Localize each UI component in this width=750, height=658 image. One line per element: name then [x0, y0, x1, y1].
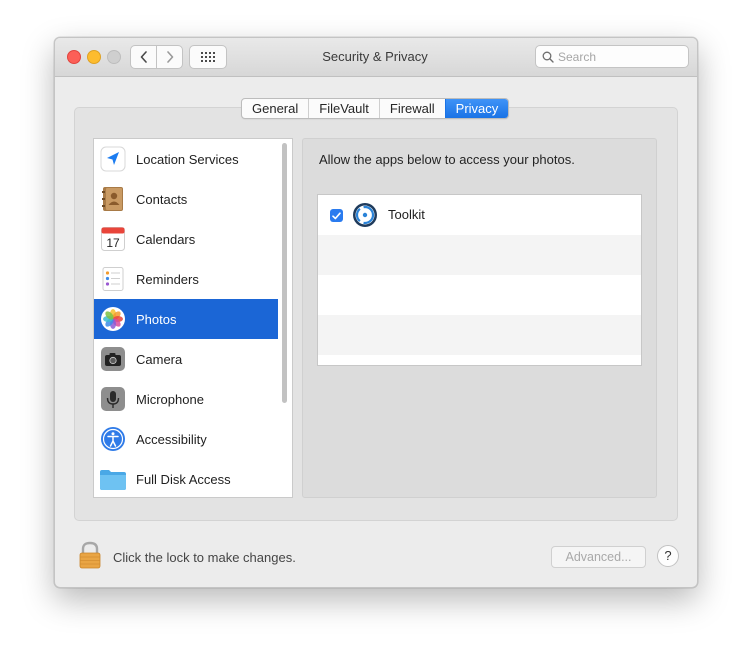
sidebar-item-label: Microphone: [136, 391, 204, 407]
camera-icon: [99, 345, 127, 373]
title-bar[interactable]: Security & Privacy: [55, 38, 697, 77]
window-title: Security & Privacy: [322, 49, 428, 64]
sidebar-item-reminders[interactable]: Reminders: [94, 259, 278, 299]
contacts-book-icon: [99, 185, 127, 213]
show-all-button[interactable]: [189, 45, 227, 69]
sidebar-item-label: Photos: [136, 311, 177, 327]
sidebar-item-contacts[interactable]: Contacts: [94, 179, 278, 219]
sidebar-scrollbar[interactable]: [282, 143, 287, 403]
tab-filevault[interactable]: FileVault: [308, 99, 379, 118]
app-name: Toolkit: [388, 207, 425, 222]
sidebar-item-location-services[interactable]: Location Services: [94, 139, 278, 179]
tab-privacy[interactable]: Privacy: [444, 99, 509, 118]
lock-status-text: Click the lock to make changes.: [113, 550, 296, 565]
app-access-list[interactable]: Toolkit: [317, 194, 642, 366]
privacy-detail-panel: Allow the apps below to access your phot…: [302, 138, 657, 498]
lock-button[interactable]: [78, 541, 102, 574]
back-forward-group: [130, 45, 183, 69]
privacy-category-list[interactable]: Location Services Contacts 17 Calendars …: [93, 138, 293, 498]
sidebar-item-calendars[interactable]: 17 Calendars: [94, 219, 278, 259]
chevron-right-icon: [166, 51, 173, 63]
empty-list-row: [318, 315, 641, 355]
minimize-window-button[interactable]: [87, 50, 101, 64]
panel-description: Allow the apps below to access your phot…: [319, 152, 575, 167]
sidebar-item-photos[interactable]: Photos: [94, 299, 278, 339]
location-arrow-icon: [99, 145, 127, 173]
sidebar-item-label: Location Services: [136, 151, 239, 167]
calendar-day-text: 17: [106, 236, 120, 250]
photos-icon: [99, 305, 127, 333]
search-field[interactable]: [535, 45, 689, 68]
preferences-window: Security & Privacy General FileVault Fir…: [54, 37, 698, 588]
sidebar-item-label: Full Disk Access: [136, 471, 231, 487]
empty-list-row: [318, 275, 641, 315]
accessibility-icon: [99, 425, 127, 453]
toolkit-app-icon: [353, 203, 377, 227]
sidebar-item-full-disk-access[interactable]: Full Disk Access: [94, 459, 278, 497]
sidebar-item-label: Camera: [136, 351, 183, 367]
sidebar-item-label: Accessibility: [136, 431, 207, 447]
grid-icon: [201, 52, 215, 62]
chevron-left-icon: [140, 51, 147, 63]
microphone-icon: [99, 385, 127, 413]
folder-icon: [99, 465, 127, 493]
lock-icon: [79, 541, 101, 569]
help-button[interactable]: ?: [657, 545, 679, 567]
sidebar-item-camera[interactable]: Camera: [94, 339, 278, 379]
sidebar-item-accessibility[interactable]: Accessibility: [94, 419, 278, 459]
back-button[interactable]: [131, 46, 156, 68]
reminders-icon: [99, 265, 127, 293]
advanced-button[interactable]: Advanced...: [551, 546, 646, 568]
empty-list-row: [318, 235, 641, 275]
app-access-checkbox[interactable]: [330, 209, 343, 222]
calendar-icon: 17: [99, 225, 127, 253]
sidebar-item-label: Contacts: [136, 191, 188, 207]
app-row[interactable]: Toolkit: [318, 195, 641, 235]
sidebar-item-microphone[interactable]: Microphone: [94, 379, 278, 419]
tab-firewall[interactable]: Firewall: [378, 99, 445, 118]
search-input[interactable]: [558, 49, 678, 64]
close-window-button[interactable]: [67, 50, 81, 64]
search-icon: [542, 51, 554, 63]
sidebar-item-label: Reminders: [136, 271, 199, 287]
zoom-window-button[interactable]: [107, 50, 121, 64]
forward-button[interactable]: [156, 46, 182, 68]
tab-bar: General FileVault Firewall Privacy: [241, 98, 510, 119]
tab-general[interactable]: General: [242, 99, 308, 118]
checkmark-icon: [332, 211, 341, 219]
sidebar-item-label: Calendars: [136, 231, 196, 247]
